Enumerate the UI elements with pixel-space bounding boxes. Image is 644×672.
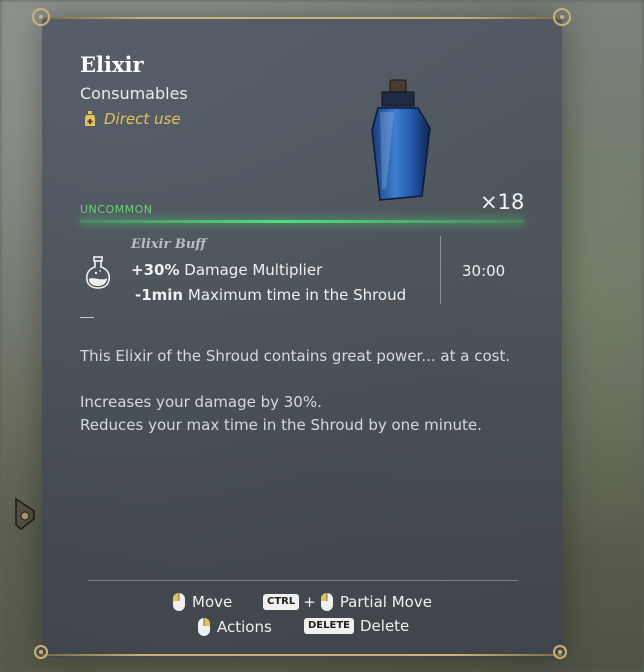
- effect-description: Increases your damage by 30%.: [80, 393, 322, 411]
- right-mouse-icon: [197, 617, 211, 637]
- section-dash: [80, 317, 94, 318]
- footer-divider: [88, 580, 518, 581]
- actions-hint[interactable]: Actions: [197, 617, 272, 637]
- buff-divider: [440, 236, 441, 304]
- frame-corner-ornament: [34, 645, 48, 659]
- item-category: Consumables: [80, 84, 188, 103]
- partial-move-label: Partial Move: [339, 593, 432, 611]
- rarity-divider: [80, 220, 524, 223]
- flask-icon: [83, 255, 113, 289]
- item-quantity: ×18: [480, 190, 525, 214]
- effect-value: +30%: [131, 261, 180, 279]
- frame-corner-ornament: [553, 645, 567, 659]
- buff-name: Elixir Buff: [131, 237, 207, 252]
- buff-section: Elixir Buff +30% Damage Multiplier -1min…: [80, 236, 524, 310]
- rarity-label: UNCOMMON: [80, 203, 153, 216]
- compass-icon: [13, 497, 37, 531]
- plus-sign: +: [303, 593, 316, 611]
- partial-move-hint[interactable]: CTRL + Partial Move: [263, 592, 432, 612]
- usage-tag: Direct use: [84, 110, 181, 128]
- frame-bottom-border: [42, 654, 562, 656]
- move-label: Move: [192, 593, 233, 611]
- usage-label: Direct use: [104, 110, 181, 128]
- effect-value: -1min: [135, 286, 184, 304]
- move-hint[interactable]: Move: [172, 592, 232, 612]
- lore-text: This Elixir of the Shroud contains great…: [80, 347, 511, 365]
- elixir-bottle-icon: [360, 78, 440, 206]
- item-name: Elixir: [80, 52, 144, 77]
- item-description: This Elixir of the Shroud contains great…: [80, 345, 520, 437]
- buff-effect-row: +30% Damage Multiplier: [131, 261, 322, 279]
- left-mouse-icon: [172, 592, 186, 612]
- frame-corner-ornament: [32, 8, 50, 26]
- effect-label: Maximum time in the Shroud: [187, 286, 407, 304]
- actions-label: Actions: [217, 618, 272, 636]
- frame-corner-ornament: [553, 8, 571, 26]
- delete-hint[interactable]: DELETE Delete: [304, 617, 409, 635]
- delete-key: DELETE: [304, 618, 354, 634]
- buff-duration: 30:00: [462, 262, 506, 280]
- buff-effect-row: -1min Maximum time in the Shroud: [135, 286, 406, 304]
- effect-label: Damage Multiplier: [184, 261, 323, 279]
- frame-top-border: [42, 17, 562, 19]
- potion-icon: [84, 111, 96, 127]
- effect-description: Reduces your max time in the Shroud by o…: [80, 416, 482, 434]
- left-mouse-icon: [320, 592, 334, 612]
- ctrl-key: CTRL: [263, 594, 300, 610]
- delete-label: Delete: [360, 617, 410, 635]
